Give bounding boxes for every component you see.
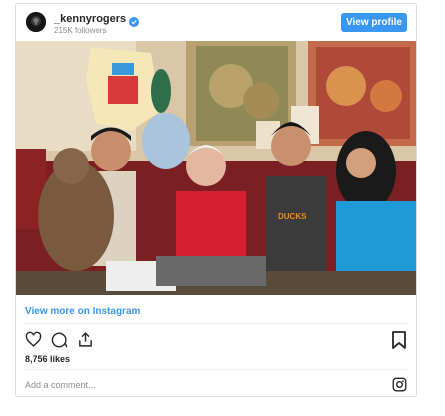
photo-icon: DUCKS bbox=[16, 41, 416, 295]
comment-icon[interactable] bbox=[51, 331, 68, 348]
share-icon[interactable] bbox=[77, 331, 94, 348]
post-header: _kennyrogers 215K followers View profile bbox=[16, 4, 416, 41]
username-row: _kennyrogers bbox=[54, 13, 140, 27]
follower-count: 215K followers bbox=[54, 26, 107, 35]
heart-icon[interactable] bbox=[25, 331, 42, 348]
divider bbox=[25, 323, 407, 324]
view-profile-button[interactable]: View profile bbox=[341, 13, 407, 32]
username[interactable]: _kennyrogers bbox=[54, 13, 126, 25]
svg-text:DUCKS: DUCKS bbox=[278, 212, 307, 221]
bookmark-icon[interactable] bbox=[391, 331, 407, 349]
avatar-image bbox=[26, 12, 46, 32]
verified-badge-icon bbox=[129, 14, 140, 27]
comment-input[interactable] bbox=[25, 377, 365, 393]
post-photo[interactable]: DUCKS bbox=[16, 41, 416, 295]
instagram-embed-card: _kennyrogers 215K followers View profile bbox=[15, 3, 417, 397]
post-actions bbox=[25, 331, 94, 349]
instagram-icon[interactable] bbox=[392, 377, 407, 392]
view-more-link[interactable]: View more on Instagram bbox=[25, 306, 140, 317]
divider bbox=[25, 369, 407, 370]
avatar[interactable] bbox=[26, 12, 46, 32]
likes-count[interactable]: 8,756 likes bbox=[25, 354, 70, 364]
